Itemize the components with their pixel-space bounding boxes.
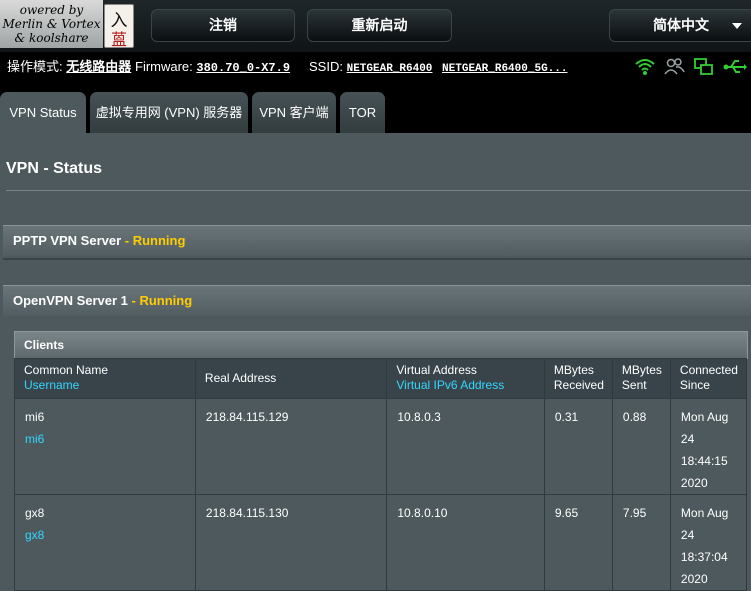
header-mb-recv-1: MBytes xyxy=(553,363,594,377)
brand-line-1: owered by xyxy=(19,3,84,17)
col-real-address: Real Address xyxy=(194,358,388,399)
pptp-section-header: PPTP VPN Server - Running xyxy=(3,225,751,256)
clients-title: Clients xyxy=(24,338,65,352)
client-username: gx8 xyxy=(25,528,45,542)
cell-real-address: 218.84.115.130 xyxy=(194,494,388,591)
since-line: 18:44:15 xyxy=(680,454,728,468)
pptp-title: PPTP VPN Server xyxy=(13,233,122,248)
title-divider xyxy=(6,190,751,191)
tab-vpn-status[interactable]: VPN Status xyxy=(0,92,86,133)
seal-char-bottom: 蒕 xyxy=(110,30,127,49)
since-line: 2020 xyxy=(680,476,708,490)
clients-table: Common Name Username Real Address Virtua… xyxy=(14,358,748,591)
status-bar: 操作模式: 无线路由器 Firmware: 380.70_0-X7.9 SSID… xyxy=(0,52,751,82)
seal-logo: 入 蒕 xyxy=(104,4,134,49)
mode-link[interactable]: 无线路由器 xyxy=(66,59,131,74)
clients-header: Clients xyxy=(14,331,748,359)
client-username: mi6 xyxy=(25,432,45,446)
cell-mbytes-sent: 0.88 xyxy=(611,398,671,495)
header-real-address: Real Address xyxy=(204,370,277,385)
cell-virtual-address: 10.8.0.3 xyxy=(386,398,545,495)
cell-mbytes-received: 0.31 xyxy=(543,398,613,495)
cell-connected-since: Mon Aug 24 18:37:04 2020 xyxy=(669,494,748,591)
col-common-name: Common Name Username xyxy=(14,358,196,399)
cell-real-address: 218.84.115.129 xyxy=(194,398,388,495)
cell-mbytes-sent: 7.95 xyxy=(611,494,671,591)
firmware-label: Firmware: xyxy=(135,59,193,74)
cell-virtual-address: 10.8.0.10 xyxy=(386,494,545,591)
firmware-group: Firmware: 380.70_0-X7.9 xyxy=(135,52,290,83)
header-virtual-address: Virtual Address xyxy=(396,363,477,377)
header-since-2: Since xyxy=(679,378,710,392)
since-line: 18:37:04 xyxy=(680,550,728,564)
since-line: Mon Aug xyxy=(680,410,729,424)
language-select[interactable]: 简体中文 xyxy=(609,9,751,42)
ssid-group: SSID: NETGEAR_R6400 NETGEAR_R6400_5G... xyxy=(309,52,567,84)
header-mb-sent-2: Sent xyxy=(621,378,647,392)
table-header-row: Common Name Username Real Address Virtua… xyxy=(14,358,748,399)
client-name: mi6 xyxy=(25,410,45,424)
table-row: gx8 gx8 218.84.115.130 10.8.0.10 9.65 7.… xyxy=(14,494,748,591)
ssid-link-5g[interactable]: NETGEAR_R6400_5G... xyxy=(442,63,567,75)
openvpn-title: OpenVPN Server 1 xyxy=(13,293,128,308)
col-mbytes-sent: MBytes Sent xyxy=(611,358,671,399)
cell-common-name: gx8 gx8 xyxy=(14,494,196,591)
chevron-down-icon xyxy=(732,23,742,29)
cell-common-name: mi6 mi6 xyxy=(14,398,196,495)
tab-tor[interactable]: TOR xyxy=(340,92,385,133)
since-line: 2020 xyxy=(680,572,708,586)
tab-vpn-server[interactable]: 虚拟专用网 (VPN) 服务器 xyxy=(90,92,248,133)
brand-line-2: Merlin & Vortex xyxy=(2,17,101,31)
header-since-1: Connected xyxy=(679,363,738,377)
header-mb-recv-2: Received xyxy=(553,378,604,392)
header-common-name: Common Name xyxy=(24,363,109,377)
ssid-link-24g[interactable]: NETGEAR_R6400 xyxy=(347,63,433,75)
openvpn-section-header: OpenVPN Server 1 - Running xyxy=(3,285,751,316)
page-title: VPN - Status xyxy=(6,160,103,177)
brand-line-3: & koolshare xyxy=(14,31,89,45)
top-banner: owered by Merlin & Vortex & koolshare 入 … xyxy=(0,0,751,52)
since-line: Mon Aug xyxy=(680,506,729,520)
brand-text: owered by Merlin & Vortex & koolshare xyxy=(0,3,103,45)
tab-bar: VPN Status 虚拟专用网 (VPN) 服务器 VPN 客户端 TOR xyxy=(0,82,751,133)
ssid-label: SSID: xyxy=(309,59,343,74)
mode-group: 操作模式: 无线路由器 xyxy=(7,52,131,82)
pptp-status: - Running xyxy=(121,233,186,248)
language-label: 简体中文 xyxy=(653,17,709,33)
cell-mbytes-received: 9.65 xyxy=(543,494,613,591)
since-line: 24 xyxy=(680,432,695,446)
tab-vpn-client[interactable]: VPN 客户端 xyxy=(252,92,336,133)
cell-connected-since: Mon Aug 24 18:44:15 2020 xyxy=(669,398,748,495)
header-virtual-ipv6: Virtual IPv6 Address xyxy=(396,378,505,392)
col-mbytes-received: MBytes Received xyxy=(543,358,613,399)
header-mb-sent-1: MBytes xyxy=(621,363,662,377)
openvpn-status: - Running xyxy=(127,293,193,308)
table-row: mi6 mi6 218.84.115.129 10.8.0.3 0.31 0.8… xyxy=(14,398,748,495)
reboot-button[interactable]: 重新启动 xyxy=(307,9,452,42)
col-connected-since: Connected Since xyxy=(669,358,748,399)
firmware-link[interactable]: 380.70_0-X7.9 xyxy=(196,61,290,75)
client-name: gx8 xyxy=(25,506,45,520)
header-username: Username xyxy=(24,378,80,392)
col-virtual-address: Virtual Address Virtual IPv6 Address xyxy=(386,358,545,399)
logout-button[interactable]: 注销 xyxy=(151,9,295,42)
pptp-section-body xyxy=(3,258,751,260)
mode-label: 操作模式: xyxy=(7,59,63,74)
brand-logo: owered by Merlin & Vortex & koolshare xyxy=(0,0,103,48)
since-line: 24 xyxy=(680,528,695,542)
